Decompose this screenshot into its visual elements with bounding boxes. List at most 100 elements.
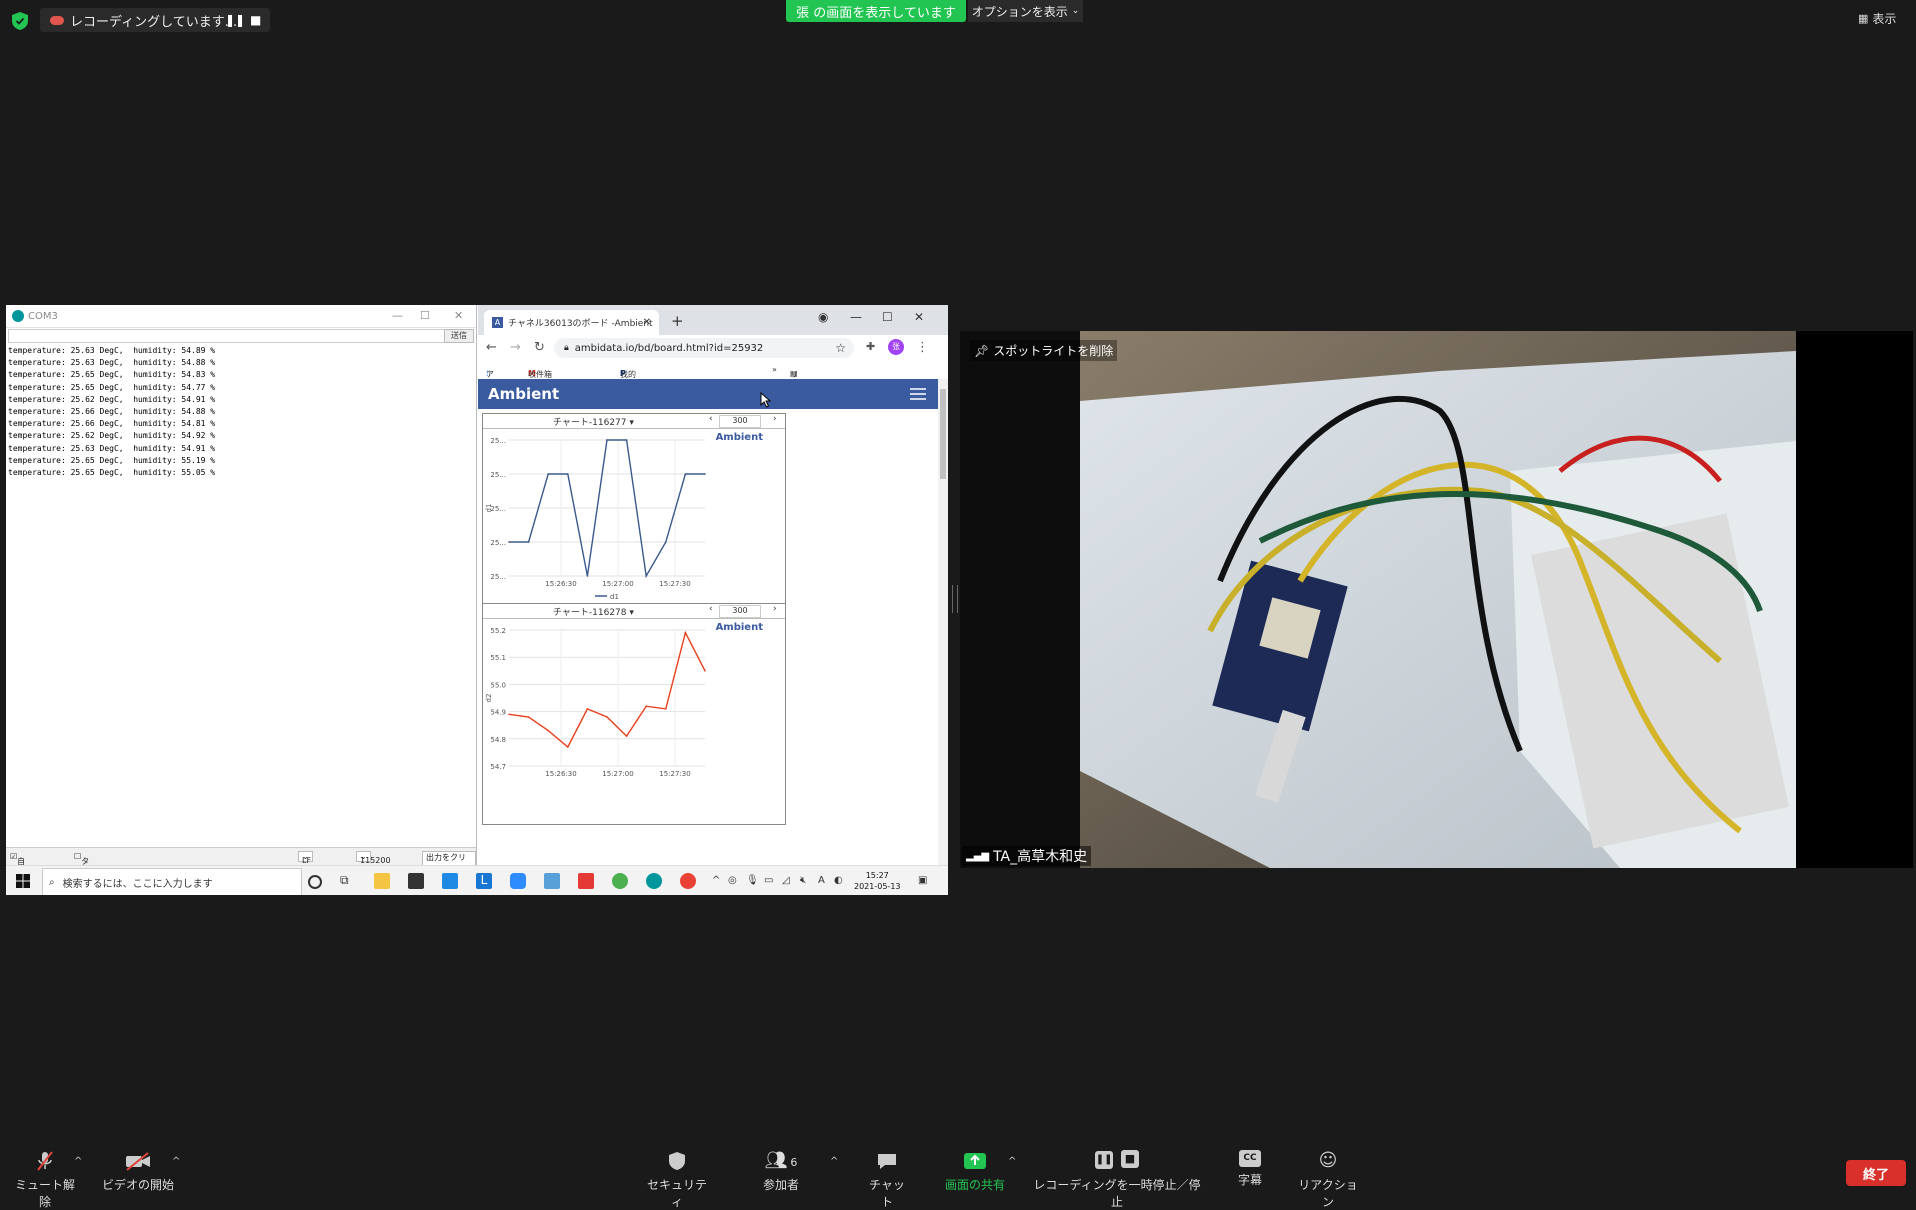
minimize-icon[interactable]: —: [392, 309, 403, 322]
tray-app-icon[interactable]: ◎: [728, 875, 737, 886]
serial-output: temperature: 25.63 DegC, humidity: 54.89…: [8, 345, 215, 479]
participants-chevron-icon[interactable]: ^: [830, 1156, 838, 1167]
cortana-icon[interactable]: [308, 875, 322, 889]
autoscroll-checkbox[interactable]: ☑ 自動スクロール: [10, 852, 25, 895]
security-button[interactable]: セキュリティ: [646, 1150, 708, 1210]
stop-recording-icon[interactable]: ■: [250, 13, 261, 27]
data-point: [567, 746, 569, 748]
store-icon[interactable]: [408, 873, 424, 889]
send-button[interactable]: 送信: [444, 329, 474, 343]
chart-2-next-button[interactable]: ›: [773, 604, 777, 614]
acrobat-icon[interactable]: [578, 873, 594, 889]
chart-2-span-input[interactable]: 300: [719, 605, 761, 618]
share-screen-button[interactable]: 画面の共有: [940, 1150, 1010, 1193]
battery-icon[interactable]: ▭: [764, 875, 773, 886]
extensions-icon[interactable]: ✚: [866, 340, 875, 353]
hamburger-menu-icon[interactable]: [910, 388, 926, 400]
mail-icon[interactable]: [442, 873, 458, 889]
bookmarks-more[interactable]: »: [772, 365, 777, 374]
close-tab-icon[interactable]: ✕: [643, 317, 651, 328]
minimize-icon[interactable]: —: [850, 310, 862, 324]
participants-button[interactable]: 👥︎ 6 参加者: [758, 1150, 804, 1193]
arduino-taskbar-icon[interactable]: [646, 873, 662, 889]
taskbar-search-box[interactable]: ⌕ 検索するには、ここに入力します: [42, 868, 302, 895]
bookmark-star-icon[interactable]: ☆: [835, 341, 846, 355]
tab-strip: A チャネル36013のボード -Ambient ✕ + ◉ — ☐ ✕: [478, 305, 948, 335]
end-meeting-button[interactable]: 終了: [1846, 1160, 1906, 1186]
file-explorer-icon[interactable]: [374, 873, 390, 889]
captions-button[interactable]: CC 字幕: [1234, 1150, 1266, 1188]
close-window-icon[interactable]: ✕: [914, 310, 924, 324]
ambient-brand: Ambient: [488, 385, 560, 403]
new-tab-icon[interactable]: +: [671, 312, 684, 330]
view-options-button[interactable]: オプションを表示 ⌄: [968, 0, 1083, 22]
data-point: [508, 713, 510, 716]
microphone-icon[interactable]: 🎙︎: [746, 875, 759, 886]
menu-dots-icon[interactable]: ⋮: [916, 340, 929, 355]
video-options-chevron-icon[interactable]: ^: [172, 1156, 180, 1167]
chrome-profile-icon[interactable]: [680, 873, 696, 889]
chat-label: チャット: [869, 1178, 905, 1209]
chat-button[interactable]: チャット: [864, 1150, 910, 1210]
page-scrollbar[interactable]: [938, 379, 948, 865]
chrome-icon[interactable]: [612, 873, 628, 889]
address-bar[interactable]: 🔒︎ ambidata.io/bd/board.html?id=25932 ☆: [554, 338, 854, 358]
reactions-button[interactable]: ☺ リアクション: [1298, 1150, 1358, 1210]
volume-mute-icon[interactable]: 🔇︎: [800, 875, 806, 886]
maximize-icon[interactable]: ☐: [882, 310, 893, 324]
notification-icon[interactable]: ▣: [918, 875, 927, 886]
serial-line: temperature: 25.63 DegC, humidity: 54.88…: [8, 358, 216, 368]
chart-1-span-input[interactable]: 300: [719, 415, 761, 428]
zoom-icon[interactable]: [510, 873, 526, 889]
chart-2-name-dropdown[interactable]: チャート-116278 ▾: [553, 605, 634, 618]
chart-1-next-button[interactable]: ›: [773, 414, 777, 424]
line-ending-select[interactable]: LFのみ ⌄: [298, 851, 313, 886]
tray-chevron-icon[interactable]: ^: [712, 875, 720, 886]
tab-ambient-board[interactable]: A チャネル36013のボード -Ambient ✕: [484, 310, 659, 335]
audio-options-chevron-icon[interactable]: ^: [74, 1156, 82, 1167]
reload-icon[interactable]: ↻: [534, 340, 545, 355]
data-point: [684, 473, 687, 475]
share-options-chevron-icon[interactable]: ^: [1008, 1156, 1016, 1167]
app-icon[interactable]: [544, 873, 560, 889]
recording-label: レコーディングしています...: [70, 14, 238, 30]
chart-2-prev-button[interactable]: ‹: [709, 604, 713, 614]
start-video-button[interactable]: ビデオの開始: [102, 1150, 174, 1193]
task-view-icon[interactable]: ⧉: [340, 873, 356, 889]
tab-search-icon[interactable]: ◉: [818, 310, 828, 324]
tray-circle-icon[interactable]: ◐: [834, 875, 843, 886]
unmute-button[interactable]: ミュート解除: [12, 1150, 78, 1210]
remove-spotlight-button[interactable]: 📌︎ スポットライトを削除: [970, 340, 1118, 361]
view-button[interactable]: ▦ 表示: [1858, 10, 1896, 27]
y-tick-label: 55.1: [490, 654, 506, 662]
split-divider-handle[interactable]: [952, 585, 958, 613]
maximize-icon[interactable]: ☐: [420, 309, 430, 322]
pause-stop-icons: ❚❚ ■: [1032, 1150, 1202, 1172]
serial-line: temperature: 25.65 DegC, humidity: 55.05…: [8, 468, 216, 478]
ime-indicator[interactable]: A: [818, 875, 825, 886]
pause-recording-icon[interactable]: ❚❚: [225, 13, 245, 27]
chevron-down-icon: ⌄: [1071, 6, 1080, 16]
chart-1-name-dropdown[interactable]: チャート-116277 ▾: [553, 415, 634, 428]
captions-label: 字幕: [1237, 1173, 1262, 1187]
profile-avatar[interactable]: 张: [888, 339, 904, 355]
network-icon[interactable]: ◿: [782, 875, 790, 886]
spotlight-label: スポットライトを削除: [993, 344, 1114, 358]
chart-1-prev-button[interactable]: ‹: [709, 414, 713, 424]
forward-icon[interactable]: →: [510, 340, 521, 355]
serial-input[interactable]: [8, 329, 446, 343]
baud-select[interactable]: 115200 bps ⌄: [356, 851, 391, 874]
back-icon[interactable]: ←: [486, 340, 497, 355]
app-l-icon[interactable]: L: [476, 873, 492, 889]
scrollbar-thumb[interactable]: [940, 389, 946, 479]
shared-screen: COM3 — ☐ ✕ 送信 temperature: 25.63 DegC, h…: [6, 305, 948, 895]
data-point: [586, 575, 589, 577]
taskbar-clock[interactable]: 15:27 2021-05-13: [854, 870, 901, 892]
pause-stop-recording-button[interactable]: ❚❚ ■ レコーディングを一時停止／停止: [1032, 1150, 1202, 1210]
close-icon[interactable]: ✕: [454, 309, 463, 322]
timestamp-checkbox[interactable]: ☐ タイムスタンプを表示: [74, 852, 89, 895]
reactions-label: リアクション: [1298, 1178, 1358, 1209]
windows-start-icon[interactable]: [16, 874, 30, 888]
share-screen-icon: [964, 1153, 986, 1169]
serial-line: temperature: 25.63 DegC, humidity: 54.89…: [8, 346, 216, 355]
